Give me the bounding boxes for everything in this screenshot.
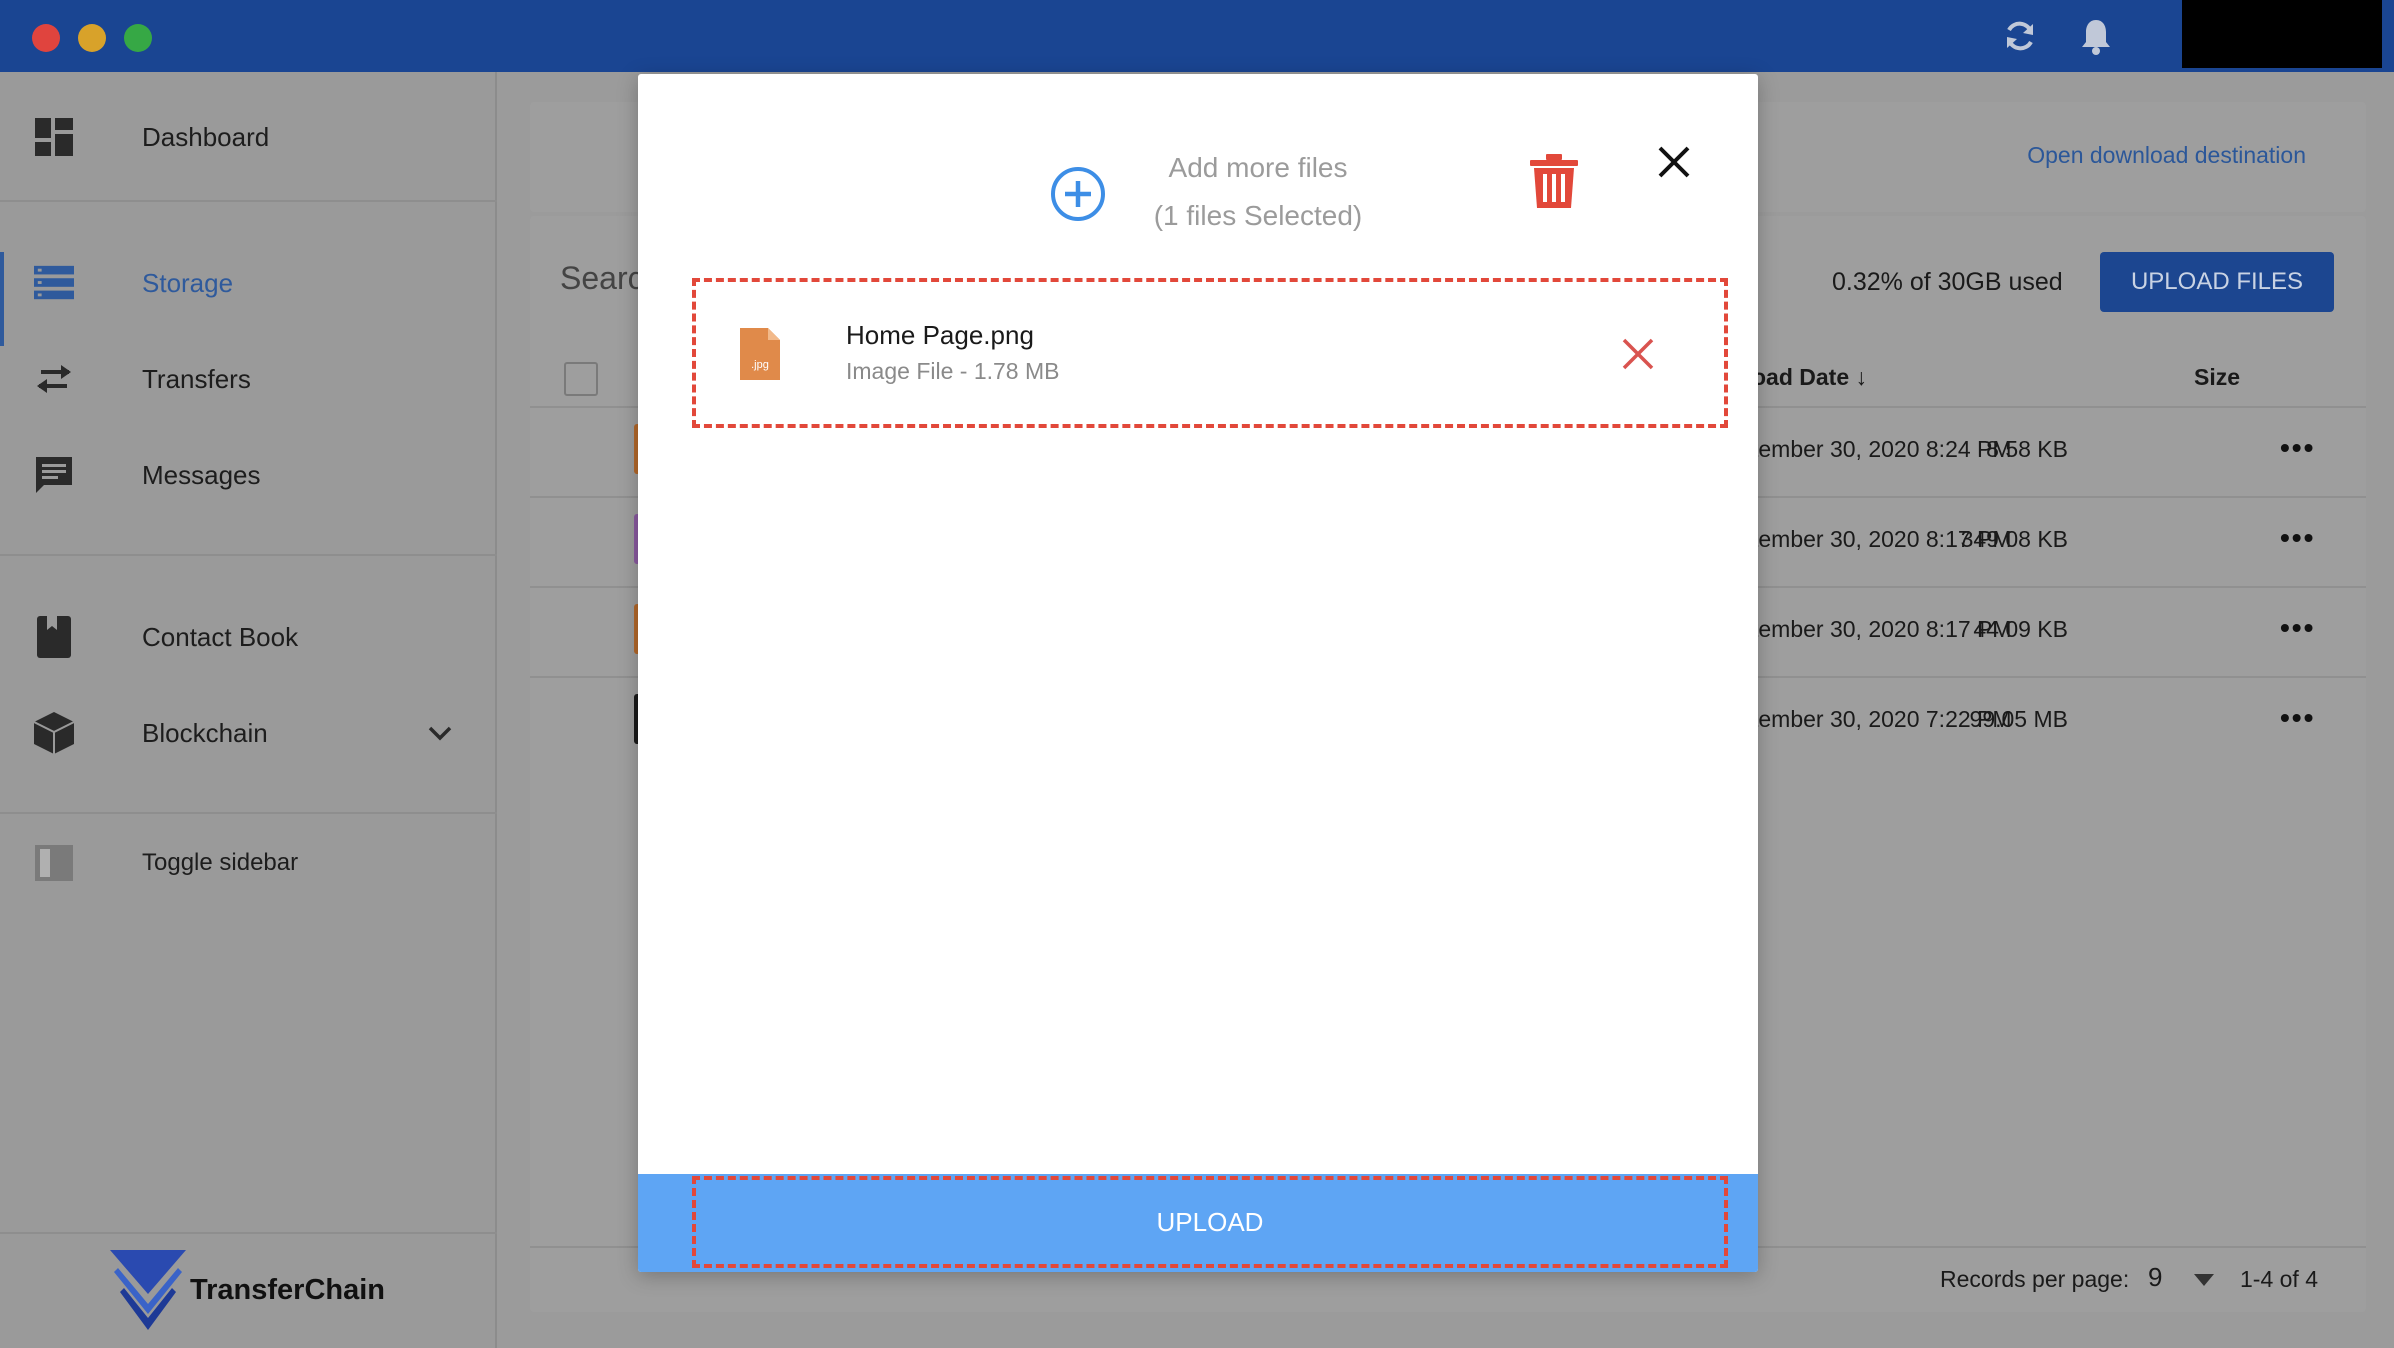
- sidebar-item-label: Toggle sidebar: [142, 849, 299, 876]
- add-circle-icon[interactable]: [1048, 164, 1108, 224]
- dashboard-icon: [34, 117, 74, 157]
- sidebar-item-storage[interactable]: Storage: [0, 238, 497, 346]
- book-icon: [34, 616, 74, 658]
- records-per-page-label: Records per page:: [1940, 1266, 2130, 1292]
- blockchain-icon: [34, 712, 74, 754]
- divider: [0, 812, 497, 814]
- column-header-date[interactable]: oad Date ↓: [1752, 364, 1867, 391]
- divider: [0, 554, 497, 556]
- sidebar-item-label: Dashboard: [142, 121, 270, 152]
- row-size: 8.58 KB: [1986, 436, 2068, 462]
- sidebar-item-messages[interactable]: Messages: [0, 430, 497, 520]
- caret-down-icon[interactable]: [2194, 1274, 2214, 1286]
- sidebar-item-label: Messages: [142, 459, 261, 490]
- more-options-icon[interactable]: •••: [2280, 522, 2315, 554]
- sidebar-item-label: Storage: [142, 267, 234, 298]
- divider: [0, 200, 497, 202]
- sidebar-item-label: Blockchain: [142, 717, 268, 748]
- image-file-icon: .jpg: [736, 326, 784, 382]
- file-meta: Image File - 1.78 MB: [846, 358, 1060, 384]
- close-icon[interactable]: [1652, 140, 1696, 184]
- row-size: 44.09 KB: [1973, 616, 2068, 642]
- trash-icon[interactable]: [1528, 154, 1580, 210]
- window-minimize-button[interactable]: [78, 24, 106, 52]
- more-options-icon[interactable]: •••: [2280, 612, 2315, 644]
- storage-used-text: 0.32% of 30GB used: [1832, 268, 2063, 296]
- more-options-icon[interactable]: •••: [2280, 432, 2315, 464]
- user-account-area[interactable]: [2182, 0, 2382, 68]
- add-more-files-label[interactable]: Add more files: [1138, 152, 1378, 184]
- upload-modal: Add more files (1 files Selected) .jpg H…: [638, 74, 1758, 1272]
- messages-icon: [34, 455, 74, 495]
- brand: TransferChain: [110, 1248, 385, 1332]
- brand-name: TransferChain: [190, 1273, 385, 1306]
- transfers-icon: [34, 359, 74, 399]
- remove-file-icon[interactable]: [1618, 334, 1658, 374]
- file-name: Home Page.png: [846, 320, 1034, 350]
- sidebar-item-label: Transfers: [142, 363, 251, 394]
- row-size: 349.08 KB: [1960, 526, 2068, 552]
- sidebar-item-toggle-sidebar[interactable]: Toggle sidebar: [0, 818, 497, 908]
- sidebar-item-transfers[interactable]: Transfers: [0, 334, 497, 424]
- upload-bar: UPLOAD: [638, 1174, 1758, 1272]
- upload-files-button[interactable]: UPLOAD FILES: [2100, 252, 2334, 312]
- row-date: tember 30, 2020 8:24 PM: [1752, 436, 2012, 462]
- records-per-page-select[interactable]: 9: [2148, 1262, 2162, 1293]
- title-bar: [0, 0, 2394, 72]
- toggle-sidebar-icon: [34, 843, 74, 883]
- divider: [0, 1232, 497, 1234]
- bell-icon[interactable]: [2074, 14, 2118, 58]
- open-download-destination-link[interactable]: Open download destination: [2027, 142, 2306, 169]
- sidebar-item-contact-book[interactable]: Contact Book: [0, 592, 497, 682]
- select-all-checkbox[interactable]: [564, 362, 598, 396]
- selected-file-item: .jpg Home Page.png Image File - 1.78 MB: [692, 278, 1728, 428]
- storage-icon: [34, 263, 74, 303]
- transferchain-logo-icon: [110, 1250, 186, 1330]
- window-close-button[interactable]: [32, 24, 60, 52]
- pagination-text: 1-4 of 4: [2240, 1266, 2318, 1292]
- window-maximize-button[interactable]: [124, 24, 152, 52]
- sidebar: Dashboard Storage Transfers Messages Con…: [0, 72, 497, 1348]
- sidebar-item-blockchain[interactable]: Blockchain: [0, 688, 497, 778]
- more-options-icon[interactable]: •••: [2280, 702, 2315, 734]
- chevron-down-icon[interactable]: [424, 717, 456, 749]
- sidebar-item-label: Contact Book: [142, 621, 299, 652]
- sort-arrow-down-icon: ↓: [1855, 364, 1868, 390]
- sidebar-item-dashboard[interactable]: Dashboard: [0, 92, 497, 182]
- column-header-size[interactable]: Size: [2194, 364, 2240, 391]
- refresh-icon[interactable]: [1998, 14, 2042, 58]
- upload-button[interactable]: UPLOAD: [692, 1176, 1728, 1268]
- row-size: 99.05 MB: [1969, 706, 2068, 732]
- files-selected-count: (1 files Selected): [1153, 200, 1363, 231]
- search-input[interactable]: Searc: [560, 260, 644, 297]
- file-badge: .jpg: [751, 359, 769, 371]
